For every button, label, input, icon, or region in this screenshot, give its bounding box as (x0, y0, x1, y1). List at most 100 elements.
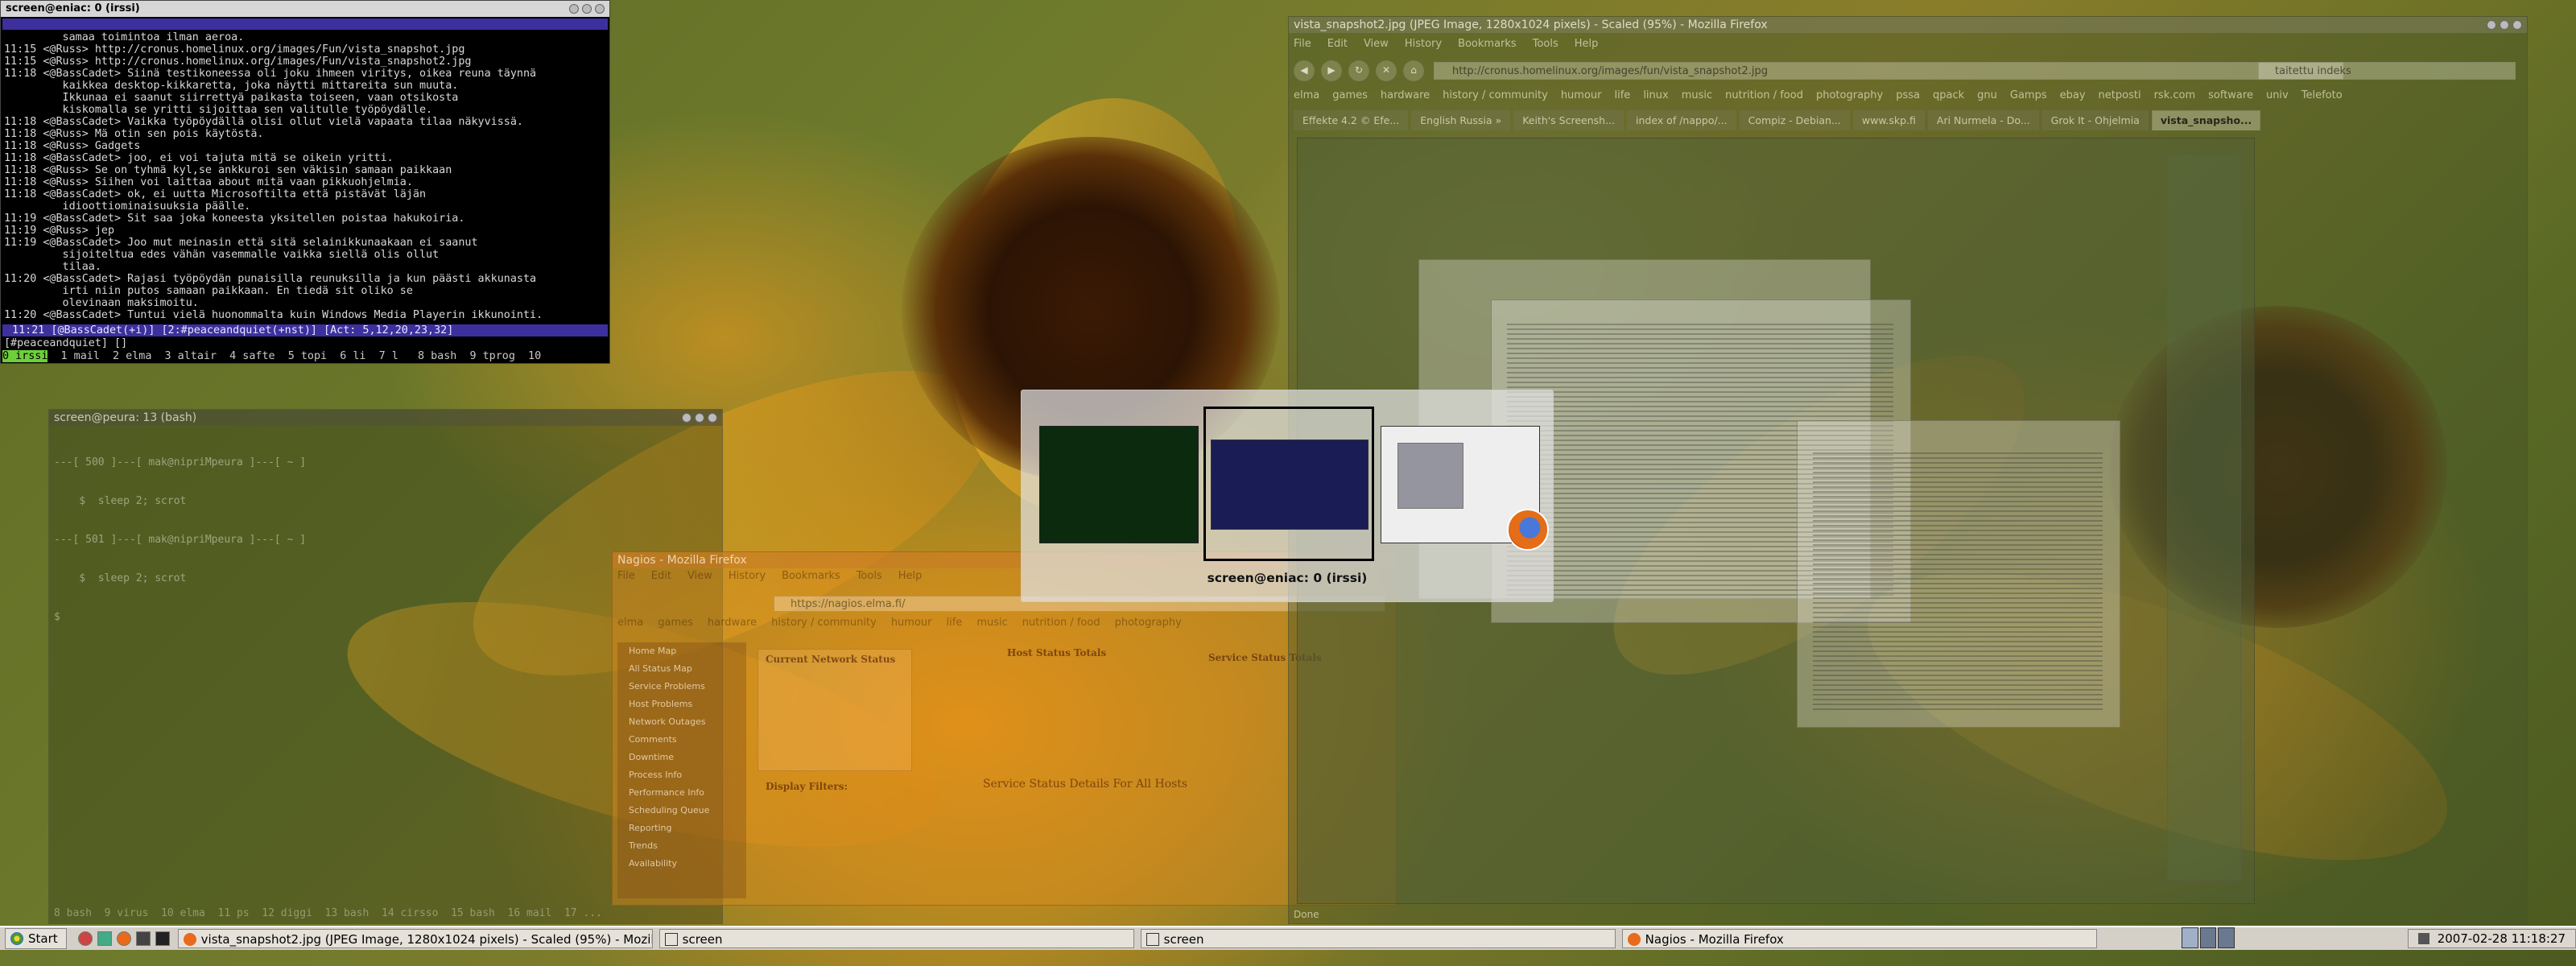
maximize-icon[interactable] (582, 4, 592, 14)
forward-icon[interactable]: ▶ (1321, 60, 1342, 81)
bookmark-item[interactable]: elma (617, 617, 643, 629)
switcher-thumb-selected[interactable] (1203, 407, 1374, 561)
bookmark-item[interactable]: nutrition / food (1022, 617, 1100, 629)
nagios-nav-item[interactable]: Trends (617, 837, 746, 855)
minimize-icon[interactable] (682, 413, 691, 423)
bookmark-item[interactable]: history / community (771, 617, 877, 629)
tray-network-icon[interactable] (2417, 933, 2429, 944)
bookmark-item[interactable]: music (1682, 89, 1712, 107)
maximize-icon[interactable] (2500, 20, 2509, 30)
bookmark-item[interactable]: netposti (2099, 89, 2141, 107)
nagios-nav-item[interactable]: Availability (617, 855, 746, 873)
browser-tab[interactable]: Effekte 4.2 © Efe... (1294, 110, 1409, 130)
bookmark-item[interactable]: history / community (1443, 89, 1548, 107)
workspace-3[interactable] (2218, 927, 2235, 948)
irssi-input-line[interactable]: [#peaceandquiet] [] (4, 337, 606, 349)
menu-tools[interactable]: Tools (857, 570, 882, 582)
workspace-2[interactable] (2199, 927, 2217, 948)
switcher-thumb-firefox[interactable] (1381, 426, 1549, 551)
bookmark-item[interactable]: nutrition / food (1725, 89, 1803, 107)
browser-tab[interactable]: English Russia » (1411, 110, 1511, 130)
taskbar-item-firefox-snapshot[interactable]: vista_snapshot2.jpg (JPEG Image, 1280x10… (177, 929, 653, 948)
irssi-window-titlebar[interactable]: screen@eniac: 0 (irssi) (1, 1, 609, 17)
browser-tab[interactable]: index of /nappo/... (1627, 110, 1736, 130)
bookmark-item[interactable]: games (1332, 89, 1368, 107)
menu-help[interactable]: Help (1575, 38, 1599, 50)
firefox-launcher-icon[interactable] (116, 931, 131, 946)
start-button[interactable]: Start (5, 928, 67, 949)
reload-icon[interactable]: ↻ (1348, 60, 1369, 81)
bookmark-item[interactable]: life (947, 617, 963, 629)
bookmark-item[interactable]: qpack (1933, 89, 1964, 107)
bookmark-item[interactable]: humour (1561, 89, 1602, 107)
screen-window-active[interactable]: 0 irssi (2, 350, 48, 362)
bookmark-item[interactable]: life (1615, 89, 1631, 107)
bookmark-item[interactable]: univ (2266, 89, 2289, 107)
nagios-nav-item[interactable]: Service Problems (617, 678, 746, 696)
maximize-icon[interactable] (695, 413, 704, 423)
menu-edit[interactable]: Edit (651, 570, 671, 582)
close-icon[interactable] (2512, 20, 2522, 30)
launcher-icon[interactable] (77, 931, 93, 946)
bookmark-item[interactable]: software (2208, 89, 2253, 107)
bookmark-item[interactable]: rsk.com (2154, 89, 2196, 107)
nagios-nav-item[interactable]: Process Info (617, 766, 746, 784)
menu-bookmarks[interactable]: Bookmarks (782, 570, 840, 582)
bookmark-item[interactable]: games (658, 617, 693, 629)
workspace-1[interactable] (2182, 927, 2198, 948)
menu-help[interactable]: Help (898, 570, 923, 582)
menu-view[interactable]: View (1364, 38, 1389, 50)
switcher-thumb-terminal[interactable] (1039, 426, 1199, 543)
menu-file[interactable]: File (1294, 38, 1311, 50)
firefox-window-titlebar[interactable]: vista_snapshot2.jpg (JPEG Image, 1280x10… (1289, 17, 2527, 33)
taskbar-item-screen-2[interactable]: screen (1140, 929, 1616, 948)
bookmark-item[interactable]: photography (1115, 617, 1182, 629)
terminal-launcher-icon[interactable] (155, 931, 170, 946)
stop-icon[interactable]: ✕ (1376, 60, 1397, 81)
bookmark-item[interactable]: elma (1294, 89, 1319, 107)
close-icon[interactable] (708, 413, 717, 423)
back-icon[interactable]: ◀ (1294, 60, 1315, 81)
nagios-nav-item[interactable]: Host Problems (617, 696, 746, 713)
screen-window-others[interactable]: 1 mail 2 elma 3 altair 4 safte 5 topi 6 … (47, 350, 542, 362)
menu-bookmarks[interactable]: Bookmarks (1458, 38, 1517, 50)
browser-tab[interactable]: Ari Nurmela - Do... (1927, 110, 2039, 130)
close-icon[interactable] (595, 4, 605, 14)
nagios-nav-item[interactable]: Downtime (617, 749, 746, 766)
terminal-launcher-icon[interactable] (135, 931, 151, 946)
browser-tab[interactable]: Compiz - Debian... (1739, 110, 1850, 130)
menu-view[interactable]: View (687, 570, 712, 582)
nagios-nav-item[interactable]: Network Outages (617, 713, 746, 731)
nagios-nav-item[interactable]: Home Map (617, 642, 746, 660)
nagios-nav-item[interactable]: All Status Map (617, 660, 746, 678)
firefox-search-box[interactable]: taitettu indeks (2258, 62, 2516, 80)
bookmark-item[interactable]: hardware (708, 617, 757, 629)
nagios-nav-item[interactable]: Performance Info (617, 784, 746, 802)
minimize-icon[interactable] (2487, 20, 2496, 30)
menu-tools[interactable]: Tools (1533, 38, 1558, 50)
nagios-nav-item[interactable]: Comments (617, 731, 746, 749)
bookmark-item[interactable]: music (976, 617, 1007, 629)
bookmark-item[interactable]: pssa (1896, 89, 1920, 107)
browser-tab[interactable]: Grok It - Ohjelmia (2041, 110, 2149, 130)
menu-history[interactable]: History (1405, 38, 1442, 50)
menu-file[interactable]: File (617, 570, 635, 582)
firefox-url-bar[interactable]: http://cronus.homelinux.org/images/fun/v… (1434, 62, 2343, 80)
menu-edit[interactable]: Edit (1327, 38, 1348, 50)
nagios-nav-item[interactable]: Scheduling Queue (617, 802, 746, 819)
launcher-icon[interactable] (97, 931, 112, 946)
bookmark-item[interactable]: linux (1643, 89, 1668, 107)
bookmark-item[interactable]: hardware (1381, 89, 1430, 107)
taskbar-item-screen[interactable]: screen (658, 929, 1134, 948)
menu-history[interactable]: History (729, 570, 766, 582)
bookmark-item[interactable]: gnu (1977, 89, 1997, 107)
bash-window-titlebar[interactable]: screen@peura: 13 (bash) (49, 410, 722, 426)
bookmark-item[interactable]: Gamps (2010, 89, 2047, 107)
bookmark-item[interactable]: ebay (2060, 89, 2086, 107)
bookmark-item[interactable]: photography (1816, 89, 1883, 107)
browser-tab-active[interactable]: vista_snapsho... (2151, 110, 2261, 130)
browser-tab[interactable]: Keith's Screensh... (1513, 110, 1624, 130)
browser-tab[interactable]: www.skp.fi (1852, 110, 1925, 130)
nagios-nav-item[interactable]: Reporting (617, 819, 746, 837)
taskbar-item-nagios[interactable]: Nagios - Mozilla Firefox (1621, 929, 2097, 948)
